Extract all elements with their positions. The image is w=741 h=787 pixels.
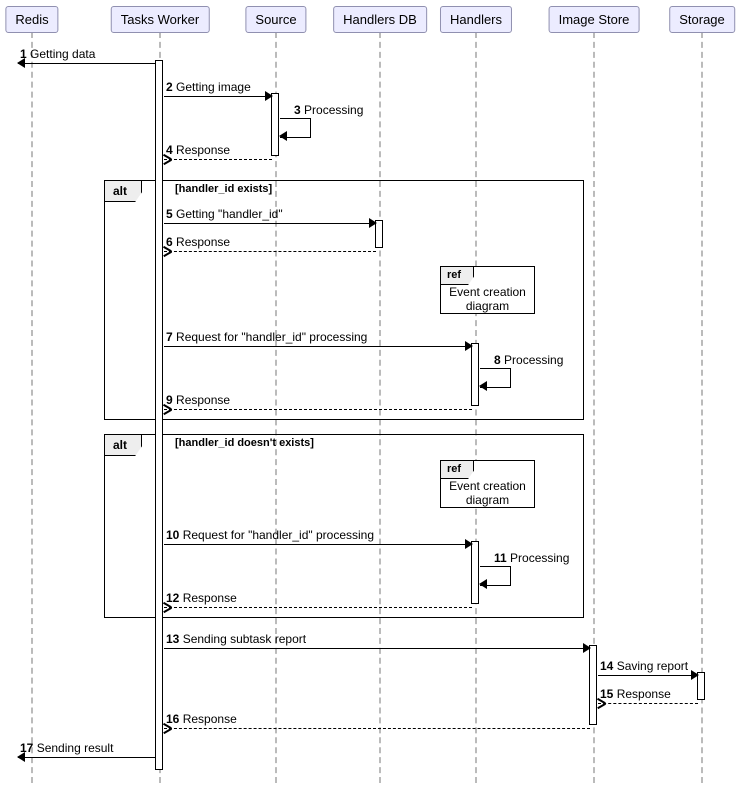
participant-redis: Redis	[5, 6, 58, 33]
alt-guard-1: [handler_id exists]	[175, 183, 272, 195]
ref-box-2: ref Event creation diagram	[440, 460, 535, 508]
message-5: 5 Getting "handler_id"	[164, 206, 376, 224]
activation-source	[271, 93, 279, 156]
alt-tag-2: alt	[104, 434, 142, 456]
lifeline-storage	[701, 32, 703, 783]
alt-tag-1: alt	[104, 180, 142, 202]
ref-box-1: ref Event creation diagram	[440, 266, 535, 314]
ref-tag-2: ref	[440, 460, 474, 479]
message-6: 6 Response	[164, 234, 376, 252]
activation-worker-main	[155, 60, 163, 770]
message-4: 4 Response	[164, 142, 272, 160]
participant-imgstore: Image Store	[549, 6, 640, 33]
message-9: 9 Response	[164, 392, 472, 410]
message-10: 10 Request for "handler_id" processing	[164, 527, 472, 545]
activation-handlers-2	[471, 541, 479, 604]
message-12: 12 Response	[164, 590, 472, 608]
ref-tag-1: ref	[440, 266, 474, 285]
message-15: 15 Response	[598, 686, 698, 704]
participant-source: Source	[245, 6, 306, 33]
activation-imgstore	[589, 645, 597, 725]
participant-hdb: Handlers DB	[333, 6, 427, 33]
message-14: 14 Saving report	[598, 658, 698, 676]
message-2: 2 Getting image	[164, 79, 272, 97]
participant-handlers: Handlers	[440, 6, 512, 33]
alt-guard-2: [handler_id doesn't exists]	[175, 437, 314, 449]
message-13: 13 Sending subtask report	[164, 631, 590, 649]
message-7: 7 Request for "handler_id" processing	[164, 329, 472, 347]
message-1: 1 Getting data	[18, 46, 156, 64]
message-16: 16 Response	[164, 711, 590, 729]
message-17: 17 Sending result	[18, 740, 156, 758]
activation-handlers-1	[471, 343, 479, 406]
lifeline-redis	[31, 32, 33, 783]
ref-text-1: Event creation diagram	[449, 285, 526, 313]
participant-worker: Tasks Worker	[111, 6, 210, 33]
participant-storage: Storage	[669, 6, 735, 33]
ref-text-2: Event creation diagram	[449, 479, 526, 507]
